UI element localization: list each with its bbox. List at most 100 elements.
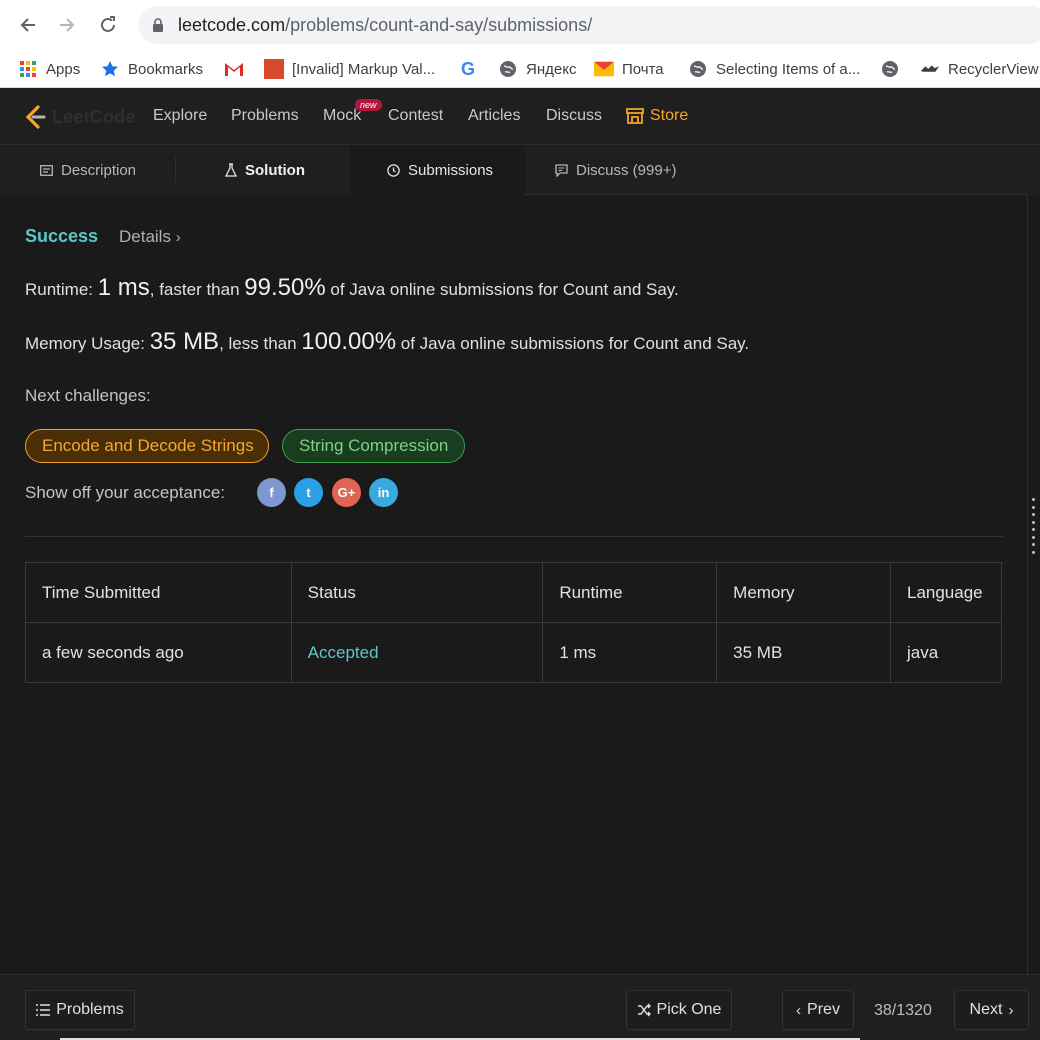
gmail-icon xyxy=(224,59,244,79)
prev-label: Prev xyxy=(807,1001,840,1018)
google-icon: G xyxy=(460,58,475,79)
chevron-right-icon: › xyxy=(1008,1001,1014,1019)
forward-arrow-icon[interactable] xyxy=(53,11,81,39)
bookmark-markup-validator[interactable]: [Invalid] Markup Val... xyxy=(264,56,435,82)
cell-memory: 35 MB xyxy=(716,622,891,683)
share-label: Show off your acceptance: xyxy=(25,483,226,502)
url-text: leetcode.com/problems/count-and-say/subm… xyxy=(178,15,592,36)
clock-icon xyxy=(387,163,400,177)
col-memory: Memory xyxy=(716,562,891,623)
tab-label: Description xyxy=(61,161,137,179)
next-button[interactable]: Next › xyxy=(954,990,1029,1030)
mail-icon xyxy=(594,59,614,79)
tab-description[interactable]: Description xyxy=(0,145,175,195)
memory-percentile: 100.00% xyxy=(301,328,397,355)
nav-discuss[interactable]: Discuss xyxy=(546,107,602,125)
reload-icon[interactable] xyxy=(94,11,122,39)
back-arrow-icon[interactable] xyxy=(14,11,42,39)
linkedin-icon[interactable]: in xyxy=(369,478,398,507)
bookmarks-bar: Apps Bookmarks [Invalid] Markup Val... G… xyxy=(0,50,1040,88)
next-label: Next xyxy=(969,1001,1003,1018)
next-challenges-label: Next challenges: xyxy=(25,386,151,405)
bookmark-selecting-items[interactable]: Selecting Items of a... xyxy=(688,56,860,82)
challenge-string-compression[interactable]: String Compression xyxy=(282,429,465,463)
globe-icon xyxy=(880,59,900,79)
runtime-line: Runtime: 1 ms, faster than 99.50% of Jav… xyxy=(25,274,679,302)
shuffle-icon xyxy=(637,1003,651,1017)
chevron-left-icon: ‹ xyxy=(796,1001,802,1019)
bookmark-label: Apps xyxy=(46,60,81,78)
memory-label: Memory Usage: xyxy=(25,334,150,353)
facebook-icon[interactable]: f xyxy=(257,478,286,507)
google-plus-icon[interactable]: G+ xyxy=(332,478,361,507)
bookmark-label: Яндекс xyxy=(526,60,577,78)
details-label: Details xyxy=(119,227,171,246)
bookmark-yandex[interactable]: Яндекс xyxy=(498,56,576,82)
lock-icon xyxy=(153,18,163,32)
bookmark-google[interactable]: G xyxy=(458,56,478,82)
bookmark-label: RecyclerView xyxy=(948,60,1039,78)
tab-discuss[interactable]: Discuss (999+) xyxy=(525,145,700,195)
section-divider xyxy=(25,536,1003,537)
twitter-icon[interactable]: t xyxy=(294,478,323,507)
runtime-value: 1 ms xyxy=(97,274,150,301)
problem-tabs: Description Solution Submissions Discuss… xyxy=(0,145,1040,195)
globe-icon xyxy=(688,59,708,79)
description-icon xyxy=(40,164,53,176)
store-icon xyxy=(626,108,644,124)
w3c-icon xyxy=(264,59,284,79)
bottom-toolbar: Problems Pick One ‹ Prev 38/1320 Next › xyxy=(0,974,1040,1040)
url-host: leetcode.com xyxy=(178,15,286,35)
prev-button[interactable]: ‹ Prev xyxy=(782,990,854,1030)
tab-label: Discuss (999+) xyxy=(576,161,677,179)
cell-status-link[interactable]: Accepted xyxy=(290,622,544,683)
nav-mock[interactable]: Mock xyxy=(323,107,361,125)
col-runtime: Runtime xyxy=(542,562,718,623)
runtime-label: Runtime: xyxy=(25,280,98,299)
store-label: Store xyxy=(650,107,689,124)
runtime-tail-text: of Java online submissions for Count and… xyxy=(325,280,679,299)
col-status: Status xyxy=(290,562,544,623)
nav-store[interactable]: Store xyxy=(626,107,688,125)
nav-explore[interactable]: Explore xyxy=(153,107,207,125)
tab-label: Solution xyxy=(245,161,305,179)
address-bar[interactable]: leetcode.com/problems/count-and-say/subm… xyxy=(138,6,1040,44)
url-path: /problems/count-and-say/submissions/ xyxy=(285,15,593,35)
apps-grid-icon xyxy=(18,59,38,79)
details-link[interactable]: Details › xyxy=(119,227,181,247)
bookmark-pochta[interactable]: Почта xyxy=(594,56,664,82)
bookmark-label: Bookmarks xyxy=(128,60,204,78)
bookmark-apps[interactable]: Apps xyxy=(18,56,80,82)
leetcode-logo[interactable]: LeetCode xyxy=(24,105,136,129)
memory-line: Memory Usage: 35 MB, less than 100.00% o… xyxy=(25,328,749,356)
problems-list-button[interactable]: Problems xyxy=(25,990,135,1030)
content-top-border xyxy=(524,194,1028,195)
bookmark-gmail[interactable] xyxy=(224,56,244,82)
panel-resize-handle[interactable] xyxy=(1032,498,1036,554)
tab-solution[interactable]: Solution xyxy=(176,145,350,195)
bookmark-label: [Invalid] Markup Val... xyxy=(292,60,436,78)
pick-one-button[interactable]: Pick One xyxy=(626,990,732,1030)
col-language: Language xyxy=(889,562,1003,623)
nav-articles[interactable]: Articles xyxy=(468,107,520,125)
memory-tail-text: of Java online submissions for Count and… xyxy=(396,334,750,353)
bookmark-globe[interactable] xyxy=(880,56,900,82)
table-header-row: Time Submitted Status Runtime Memory Lan… xyxy=(25,562,1003,623)
problem-counter: 38/1320 xyxy=(874,1002,932,1019)
tab-submissions[interactable]: Submissions xyxy=(350,145,525,195)
tab-label: Submissions xyxy=(408,161,494,179)
cell-runtime: 1 ms xyxy=(542,622,718,683)
nav-contest[interactable]: Contest xyxy=(388,107,443,125)
problems-label: Problems xyxy=(56,1001,124,1018)
bookmark-bookmarks[interactable]: Bookmarks xyxy=(100,56,203,82)
memory-mid-text: , less than xyxy=(219,334,302,353)
bookmark-recyclerview[interactable]: RecyclerView xyxy=(920,56,1039,82)
flask-icon xyxy=(225,163,237,177)
nav-problems[interactable]: Problems xyxy=(231,107,299,125)
globe-icon xyxy=(498,59,518,79)
cell-language: java xyxy=(889,622,1003,683)
star-icon xyxy=(100,59,120,79)
challenge-encode-decode-strings[interactable]: Encode and Decode Strings xyxy=(25,429,269,463)
leetcode-navbar: LeetCode Explore Problems Mock new Conte… xyxy=(0,89,1040,145)
memory-value: 35 MB xyxy=(149,328,220,355)
